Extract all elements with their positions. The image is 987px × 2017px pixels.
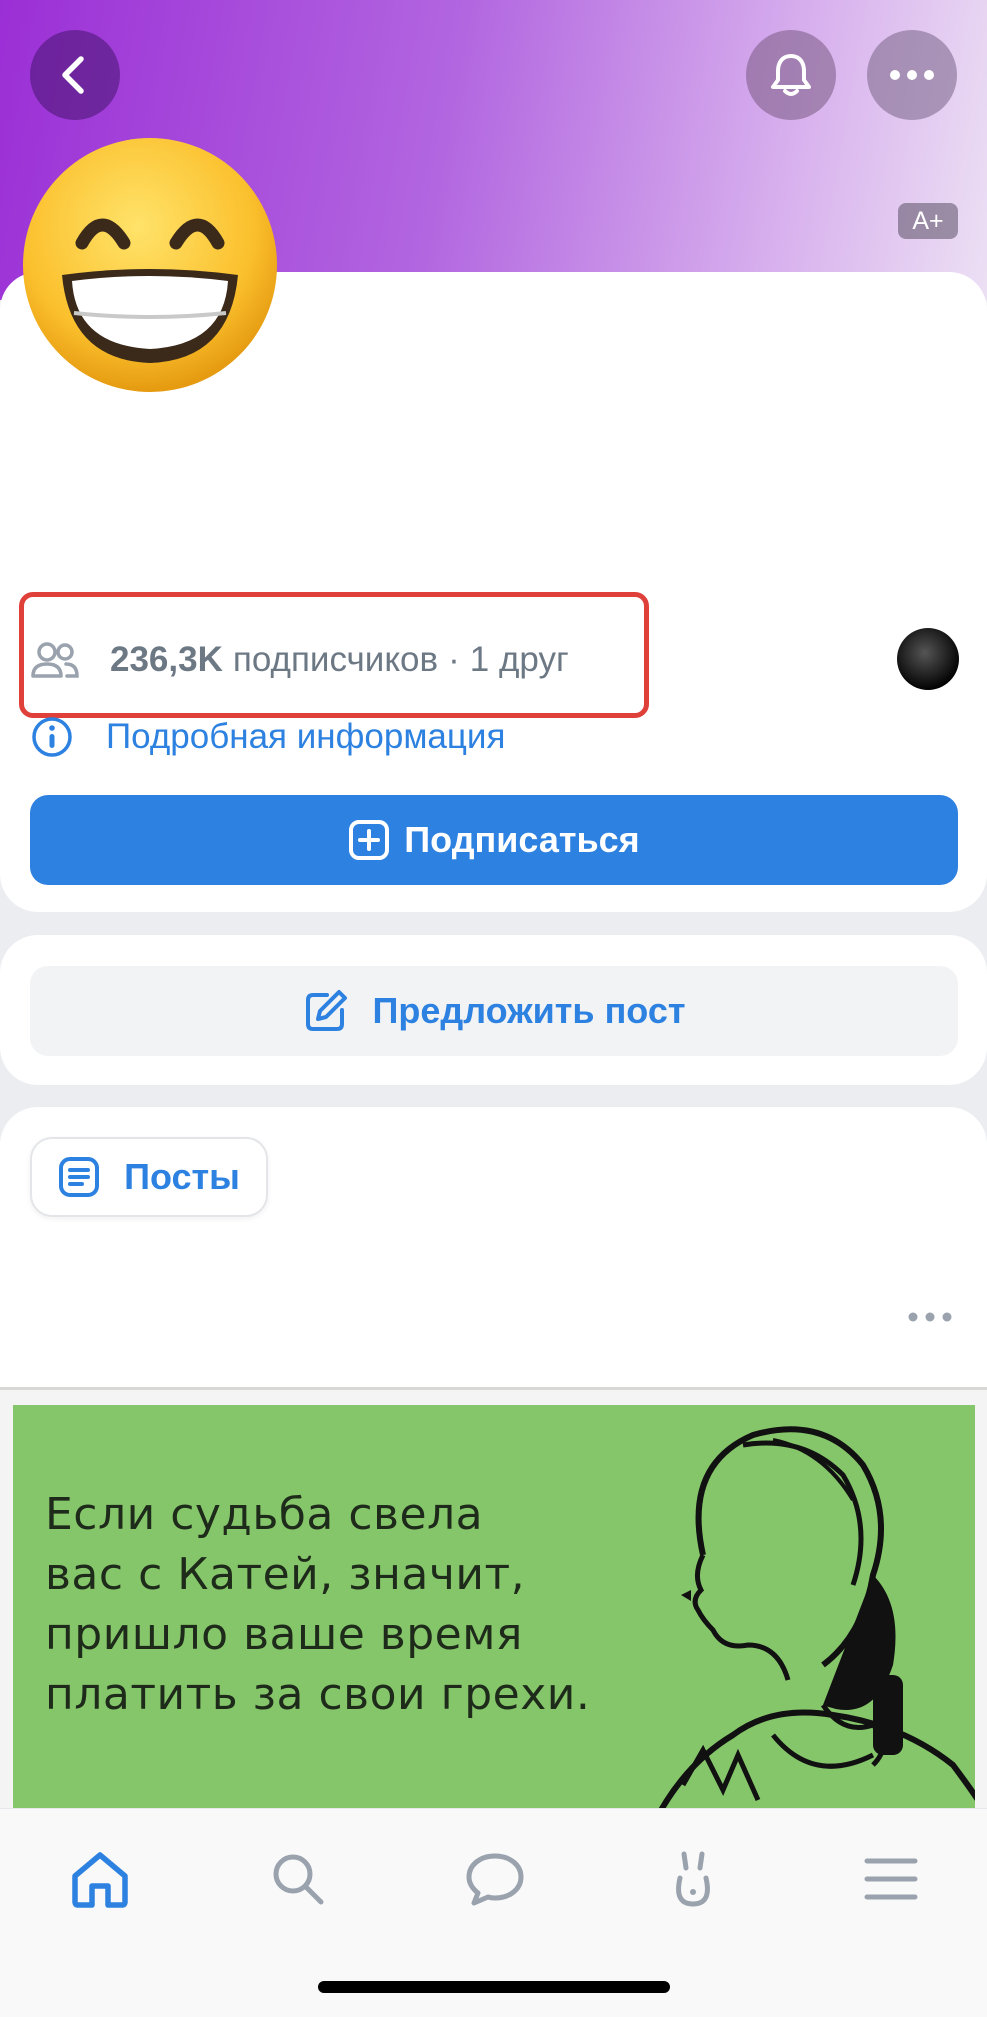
edit-icon — [305, 990, 347, 1031]
plus-square-icon — [349, 820, 390, 860]
tab-posts-label: Посты — [124, 1156, 240, 1197]
tab-home[interactable] — [60, 1839, 140, 1919]
clips-icon — [676, 1851, 710, 1907]
tab-messages[interactable] — [455, 1839, 535, 1919]
home-indicator — [318, 1981, 670, 1993]
search-icon — [273, 1854, 324, 1905]
suggest-post-button[interactable]: Предложить пост — [30, 966, 958, 1056]
tab-menu[interactable] — [851, 1839, 931, 1919]
suggest-post-label: Предложить пост — [372, 990, 686, 1031]
tab-posts[interactable]: Посты — [30, 1137, 268, 1217]
info-icon — [32, 717, 72, 757]
tab-clips[interactable] — [653, 1839, 733, 1919]
back-button[interactable] — [30, 30, 120, 120]
woman-illustration — [649, 1426, 975, 1825]
tab-search[interactable] — [258, 1839, 338, 1919]
post-options-icon[interactable] — [905, 1305, 955, 1329]
post-image-text: Если судьба свела вас с Катей, значит, п… — [45, 1485, 590, 1725]
notifications-button[interactable] — [746, 30, 836, 120]
friend-avatar[interactable] — [897, 628, 959, 690]
subscribe-button-label: Подписаться — [404, 819, 640, 860]
highlight-box — [19, 592, 649, 718]
ellipsis-icon — [890, 70, 934, 80]
post-text-line: платить за свои грехи. — [45, 1669, 591, 1720]
post-text-line: Если судьба свела — [45, 1489, 484, 1540]
chevron-left-icon — [62, 56, 84, 94]
home-icon — [72, 1852, 128, 1908]
messages-icon — [466, 1853, 524, 1906]
details-link-label: Подробная информация — [106, 717, 506, 756]
bell-icon — [771, 54, 811, 96]
grinning-emoji-avatar[interactable] — [20, 135, 280, 395]
details-link[interactable]: Подробная информация — [30, 712, 505, 762]
post-text-line: вас с Катей, значит, — [45, 1549, 526, 1600]
post-text-line: пришло ваше время — [45, 1609, 523, 1660]
more-button[interactable] — [867, 30, 957, 120]
post-image[interactable]: Если судьба свела вас с Катей, значит, п… — [13, 1405, 975, 1825]
subscribe-button[interactable]: Подписаться — [30, 795, 958, 885]
menu-icon — [864, 1858, 918, 1900]
document-icon — [59, 1157, 100, 1197]
text-size-button[interactable]: A+ — [898, 203, 958, 239]
